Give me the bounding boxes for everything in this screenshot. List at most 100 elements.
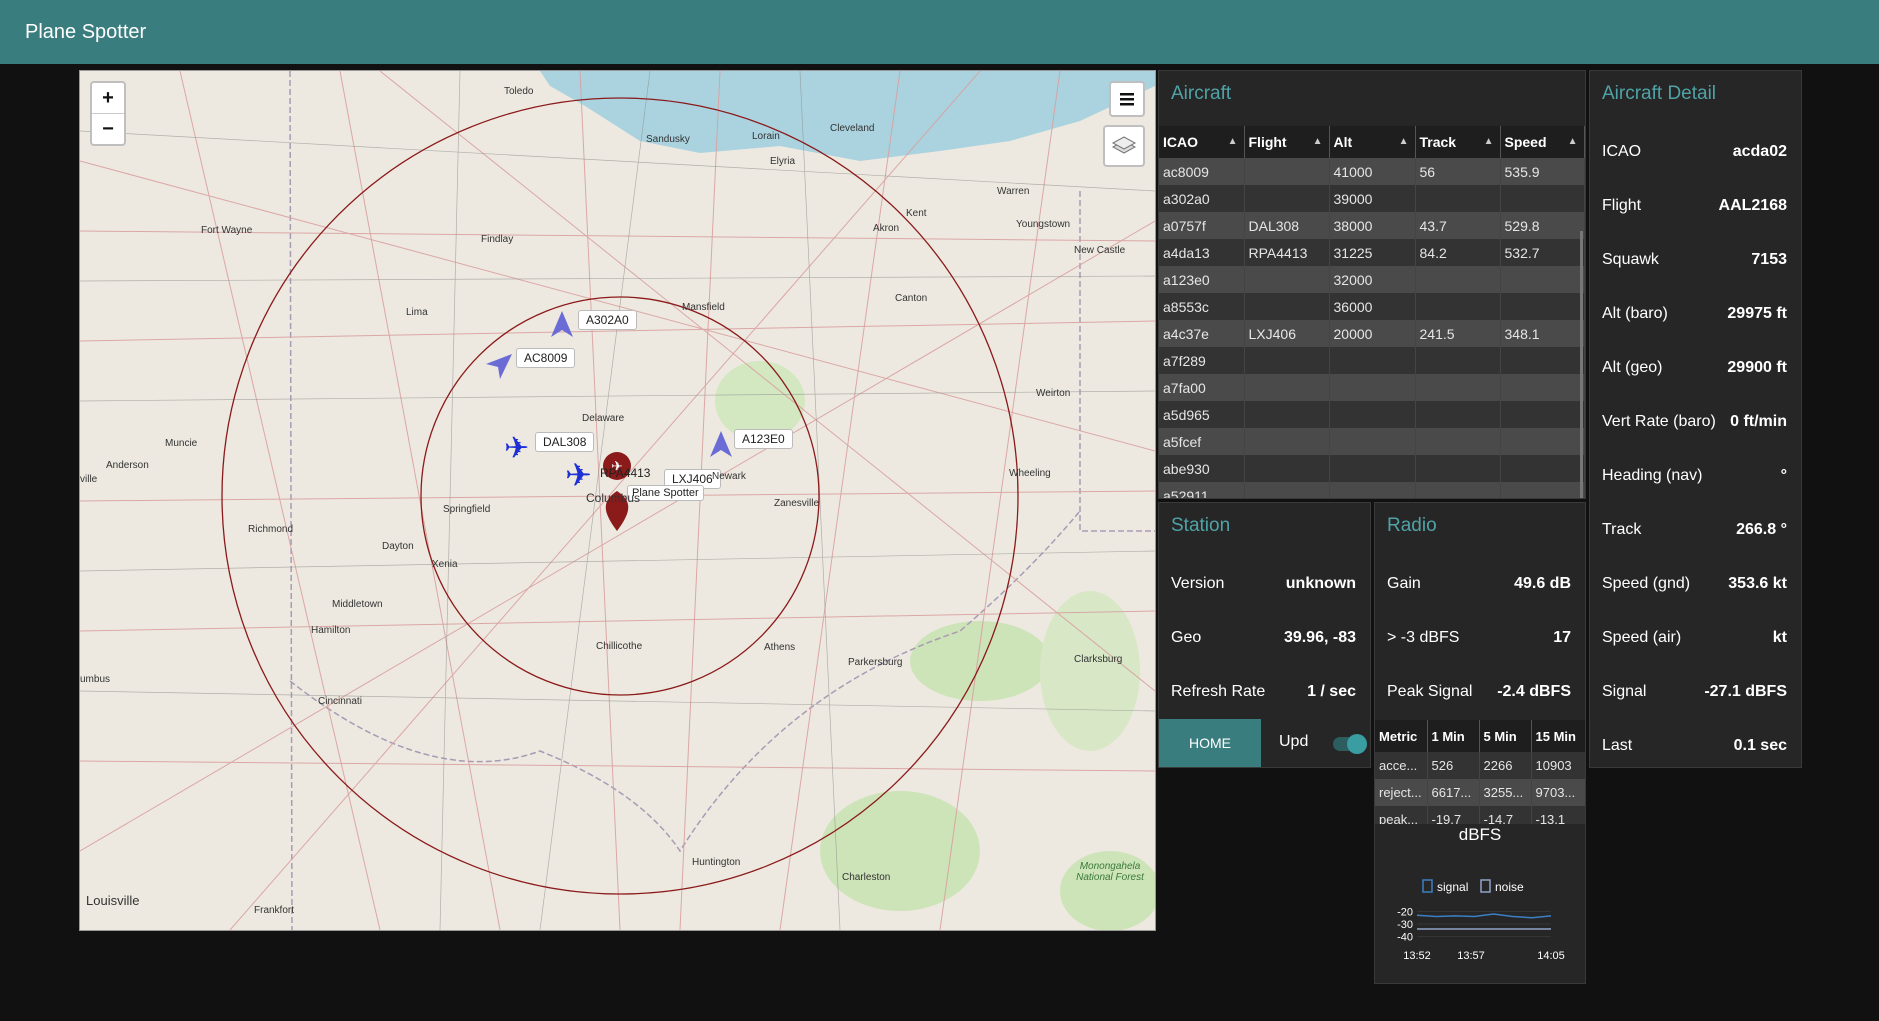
- column-header[interactable]: 15 Min: [1531, 720, 1585, 752]
- table-cell: 39000: [1329, 185, 1416, 212]
- table-row[interactable]: ac8009 41000 56 535.9: [1159, 158, 1585, 185]
- detail-label: Vert Rate (baro): [1602, 413, 1716, 430]
- table-row[interactable]: a7f289: [1159, 347, 1585, 374]
- table-cell: [1244, 347, 1330, 374]
- table-cell: [1500, 428, 1585, 455]
- aircraft-label[interactable]: RPA4413: [600, 466, 650, 480]
- y-tick-label: -40: [1397, 932, 1413, 944]
- table-row[interactable]: a7fa00: [1159, 374, 1585, 401]
- table-cell: a7f289: [1159, 347, 1245, 374]
- table-cell: [1500, 482, 1585, 498]
- table-row[interactable]: a302a0 39000: [1159, 185, 1585, 212]
- sort-arrow-icon[interactable]: ▲: [1484, 136, 1494, 147]
- table-cell: [1500, 347, 1585, 374]
- sort-arrow-icon[interactable]: ▲: [1313, 136, 1323, 147]
- column-header[interactable]: Speed ▲: [1500, 126, 1585, 158]
- city-label: Muncie: [165, 438, 198, 449]
- table-row[interactable]: acce... 526 2266 10903: [1375, 752, 1585, 779]
- table-cell: 20000: [1329, 320, 1416, 347]
- table-row[interactable]: a5d965: [1159, 401, 1585, 428]
- menu-button[interactable]: [1109, 81, 1145, 117]
- sort-arrow-icon[interactable]: ▲: [1399, 136, 1409, 147]
- y-tick-label: -20: [1397, 907, 1413, 919]
- table-row[interactable]: a0757f DAL308 38000 43.7 529.8: [1159, 212, 1585, 239]
- table-row[interactable]: reject... 6617... 3255... 9703...: [1375, 779, 1585, 806]
- table-cell: a4da13: [1159, 239, 1245, 266]
- table-row[interactable]: a4da13 RPA4413 31225 84.2 532.7: [1159, 239, 1585, 266]
- city-label: Richmond: [248, 524, 294, 535]
- table-row[interactable]: abe930: [1159, 455, 1585, 482]
- city-label: ville: [80, 474, 98, 485]
- city-label: Youngstown: [1016, 219, 1071, 230]
- column-header[interactable]: 5 Min: [1479, 720, 1532, 752]
- table-cell: a8553c: [1159, 293, 1245, 320]
- table-row[interactable]: a123e0 32000: [1159, 266, 1585, 293]
- update-toggle[interactable]: [1333, 734, 1367, 754]
- aircraft-label[interactable]: AC8009: [516, 348, 576, 368]
- chart-title: dBFS: [1458, 825, 1502, 844]
- city-label: Dayton: [382, 541, 414, 552]
- aircraft-label[interactable]: DAL308: [535, 432, 595, 452]
- airplane-icon[interactable]: ✈: [563, 458, 597, 492]
- zoom-in-button[interactable]: +: [92, 83, 124, 113]
- aircraft-table-scroll[interactable]: ICAO ▲ Flight ▲ Alt ▲ Track ▲ Speed ▲ ac8009 41000…: [1159, 126, 1585, 498]
- aircraft-marker-icon[interactable]: [708, 429, 734, 459]
- legend-swatch: [1480, 879, 1491, 893]
- table-cell: [1329, 482, 1416, 498]
- scrollbar[interactable]: [1580, 231, 1583, 498]
- table-row[interactable]: a5fcef: [1159, 428, 1585, 455]
- table-cell: [1415, 428, 1501, 455]
- table-row[interactable]: a4c37e LXJ406 20000 241.5 348.1: [1159, 320, 1585, 347]
- table-cell: abe930: [1159, 455, 1245, 482]
- table-cell: -19.7: [1427, 806, 1480, 824]
- map-view[interactable]: ✈ + − A302A0 AC8009 ✈ DAL308 ✈ RPA4413 L…: [79, 70, 1156, 931]
- table-cell: 32000: [1329, 266, 1416, 293]
- table-cell: [1500, 401, 1585, 428]
- sort-arrow-icon[interactable]: ▲: [1228, 136, 1238, 147]
- radio-panel-title: Radio: [1387, 515, 1437, 536]
- city-label: Lorain: [752, 131, 780, 142]
- refresh-value: 1 / sec: [1307, 683, 1356, 700]
- aircraft-label[interactable]: A302A0: [578, 310, 637, 330]
- table-cell: [1500, 293, 1585, 320]
- legend-label: noise: [1495, 880, 1524, 894]
- table-cell: RPA4413: [1244, 239, 1330, 266]
- city-label: Kent: [906, 208, 927, 219]
- layers-icon: [1111, 136, 1137, 154]
- column-header[interactable]: Alt ▲: [1329, 126, 1416, 158]
- metrics-table-scroll[interactable]: Metric 1 Min 5 Min 15 Min acce... 526 2266 109…: [1375, 720, 1585, 824]
- city-label: Lima: [406, 307, 428, 318]
- table-cell: [1329, 374, 1416, 401]
- home-button[interactable]: HOME: [1159, 719, 1261, 767]
- airplane-icon[interactable]: ✈: [502, 431, 534, 463]
- table-cell: 43.7: [1415, 212, 1501, 239]
- zoom-out-button[interactable]: −: [92, 113, 124, 144]
- gain-value: 49.6 dB: [1514, 575, 1571, 592]
- table-cell: 2266: [1479, 752, 1532, 779]
- column-header[interactable]: Flight ▲: [1244, 126, 1330, 158]
- column-header[interactable]: ICAO ▲: [1159, 126, 1245, 158]
- column-header[interactable]: 1 Min: [1427, 720, 1480, 752]
- table-cell: -13.1: [1531, 806, 1585, 824]
- aircraft-marker-icon[interactable]: [484, 351, 514, 381]
- table-cell: [1244, 266, 1330, 293]
- table-cell: [1244, 455, 1330, 482]
- detail-value: 266.8 °: [1736, 521, 1787, 538]
- column-header[interactable]: Track ▲: [1415, 126, 1501, 158]
- aircraft-label[interactable]: A123E0: [734, 429, 793, 449]
- table-cell: [1244, 158, 1330, 185]
- svg-text:✈: ✈: [565, 458, 592, 492]
- table-cell: 56: [1415, 158, 1501, 185]
- table-row[interactable]: peak... -19.7 -14.7 -13.1: [1375, 806, 1585, 824]
- table-cell: 41000: [1329, 158, 1416, 185]
- version-value: unknown: [1285, 575, 1356, 592]
- column-header[interactable]: Metric: [1375, 720, 1428, 752]
- table-row[interactable]: a8553c 36000: [1159, 293, 1585, 320]
- x-tick-label: 13:57: [1457, 950, 1485, 962]
- sort-arrow-icon[interactable]: ▲: [1568, 136, 1578, 147]
- table-row[interactable]: a52911: [1159, 482, 1585, 498]
- city-label: Huntington: [692, 857, 741, 868]
- layers-button[interactable]: [1103, 125, 1145, 167]
- aircraft-marker-icon[interactable]: [549, 309, 575, 339]
- table-cell: [1415, 374, 1501, 401]
